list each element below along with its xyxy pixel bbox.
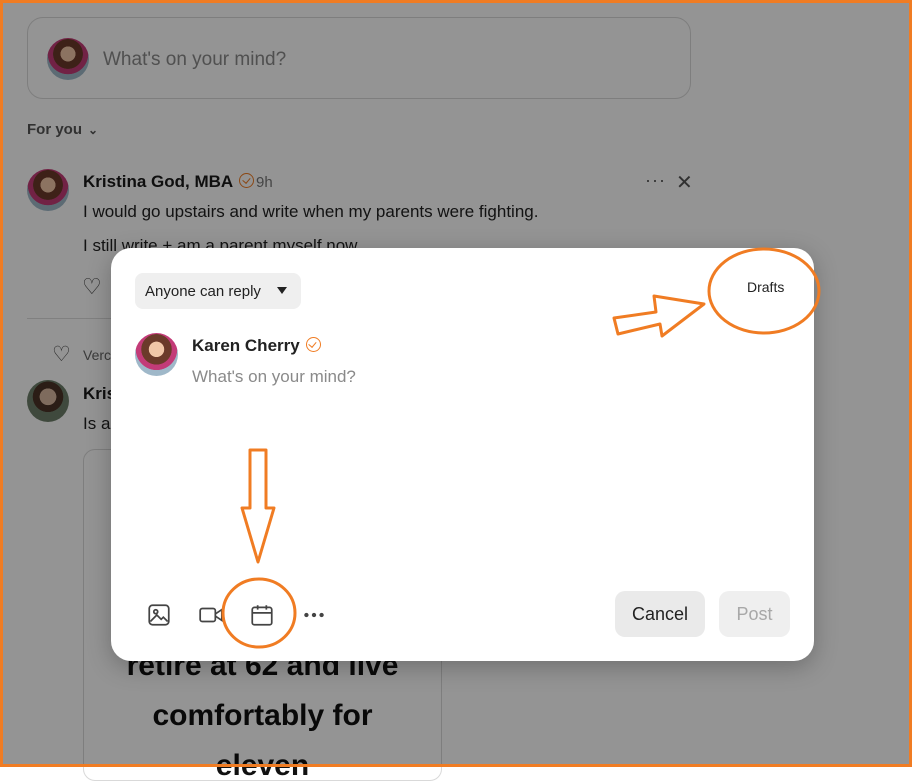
verified-badge-icon — [305, 337, 321, 352]
video-icon[interactable] — [198, 602, 224, 628]
calendar-icon[interactable] — [249, 602, 275, 628]
drafts-button[interactable]: Drafts — [747, 279, 784, 295]
caret-down-icon — [277, 287, 287, 294]
cancel-button[interactable]: Cancel — [615, 591, 705, 637]
thread-text-input[interactable]: What's on your mind? — [192, 367, 356, 387]
image-icon[interactable] — [146, 602, 172, 628]
reply-permission-dropdown[interactable]: Anyone can reply — [135, 273, 301, 309]
more-icon[interactable] — [301, 602, 327, 628]
user-name-text: Karen Cherry — [192, 336, 300, 355]
new-thread-dialog: Anyone can reply Drafts Karen Cherry Wha… — [111, 248, 814, 661]
reply-permission-label: Anyone can reply — [145, 283, 261, 300]
user-name: Karen Cherry — [192, 336, 321, 356]
post-button[interactable]: Post — [719, 591, 790, 637]
avatar — [135, 333, 178, 376]
